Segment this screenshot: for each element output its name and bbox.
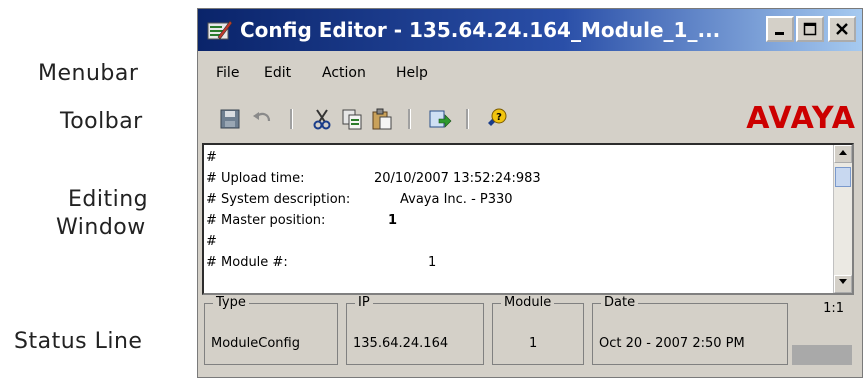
window-title: Config Editor - 135.64.24.164_Module_1_.… xyxy=(240,18,721,42)
upload-icon[interactable] xyxy=(428,107,452,131)
editor-line: # xyxy=(204,231,834,252)
line-key: # Module #: xyxy=(206,255,288,270)
toolbar-callout: Toolbar xyxy=(60,109,143,134)
editor-text[interactable]: # # Upload time: 20/10/2007 13:52:24:983 … xyxy=(204,147,834,273)
status-module-value: 1 xyxy=(529,336,538,351)
maximize-icon xyxy=(803,22,817,36)
avaya-logo: AVAYA xyxy=(746,101,856,136)
menu-action[interactable]: Action xyxy=(322,65,366,81)
editing-callout-line1: Editing xyxy=(68,187,149,212)
minimize-button[interactable] xyxy=(766,16,794,42)
status-date-label: Date xyxy=(601,295,639,310)
resize-grip[interactable] xyxy=(792,345,852,365)
editor-line: # xyxy=(204,147,834,168)
editor-line: # Module #: 1 xyxy=(204,252,834,273)
status-ip-group: IP 135.64.24.164 xyxy=(346,295,484,365)
editing-window[interactable]: # # Upload time: 20/10/2007 13:52:24:983 … xyxy=(202,143,854,295)
status-ip-label: IP xyxy=(355,295,373,310)
line-key: # xyxy=(206,150,217,165)
undo-icon[interactable] xyxy=(250,107,274,131)
svg-text:?: ? xyxy=(496,112,502,123)
save-icon[interactable] xyxy=(218,107,242,131)
menu-file[interactable]: File xyxy=(216,65,239,81)
config-editor-icon xyxy=(207,20,232,40)
close-icon xyxy=(836,23,848,35)
line-value: Avaya Inc. - P330 xyxy=(400,192,513,207)
toolbar-separator xyxy=(408,109,411,129)
status-type-label: Type xyxy=(213,295,249,310)
menubar: File Edit Action Help xyxy=(198,57,862,91)
line-key: # System description: xyxy=(206,192,351,207)
scroll-down-button[interactable] xyxy=(834,275,852,293)
close-button[interactable] xyxy=(828,16,856,42)
menu-help[interactable]: Help xyxy=(396,65,428,81)
line-value: 20/10/2007 13:52:24:983 xyxy=(374,171,541,186)
cursor-position: 1:1 xyxy=(823,301,844,316)
scroll-up-icon xyxy=(839,150,847,155)
status-line-callout: Status Line xyxy=(14,329,143,354)
editor-line: # System description: Avaya Inc. - P330 xyxy=(204,189,834,210)
menu-edit[interactable]: Edit xyxy=(264,65,291,81)
editor-line: # Master position: 1 xyxy=(204,210,834,231)
menubar-callout: Menubar xyxy=(38,61,139,86)
paste-icon[interactable] xyxy=(370,107,394,131)
status-date-group: Date Oct 20 - 2007 2:50 PM xyxy=(592,295,788,365)
status-date-value: Oct 20 - 2007 2:50 PM xyxy=(599,336,745,351)
status-type-group: Type ModuleConfig xyxy=(204,295,338,365)
editing-callout-line2: Window xyxy=(56,215,146,240)
maximize-button[interactable] xyxy=(796,16,824,42)
scrollbar-thumb[interactable] xyxy=(835,167,851,187)
toolbar-separator xyxy=(290,109,293,129)
toolbar-separator xyxy=(466,109,469,129)
line-value: 1 xyxy=(428,255,437,270)
status-module-label: Module xyxy=(501,295,555,310)
line-key: # Upload time: xyxy=(206,171,305,186)
status-ip-value: 135.64.24.164 xyxy=(353,336,449,351)
scroll-down-icon xyxy=(839,279,847,284)
vertical-scrollbar[interactable] xyxy=(833,145,852,293)
minimize-icon xyxy=(775,32,784,35)
config-editor-window: Config Editor - 135.64.24.164_Module_1_.… xyxy=(197,8,863,378)
cut-icon[interactable] xyxy=(310,107,334,131)
help-icon[interactable]: ? xyxy=(484,107,508,131)
scroll-up-button[interactable] xyxy=(834,145,852,163)
status-line: Type ModuleConfig IP 135.64.24.164 Modul… xyxy=(202,295,854,375)
toolbar: ? AVAYA xyxy=(198,97,862,141)
line-key: # Master position: xyxy=(206,213,326,228)
editor-line: # Upload time: 20/10/2007 13:52:24:983 xyxy=(204,168,834,189)
copy-icon[interactable] xyxy=(340,107,364,131)
status-type-value: ModuleConfig xyxy=(211,336,300,351)
status-module-group: Module 1 xyxy=(492,295,584,365)
title-bar[interactable]: Config Editor - 135.64.24.164_Module_1_.… xyxy=(198,9,862,51)
line-value: 1 xyxy=(388,213,398,228)
line-key: # xyxy=(206,234,217,249)
